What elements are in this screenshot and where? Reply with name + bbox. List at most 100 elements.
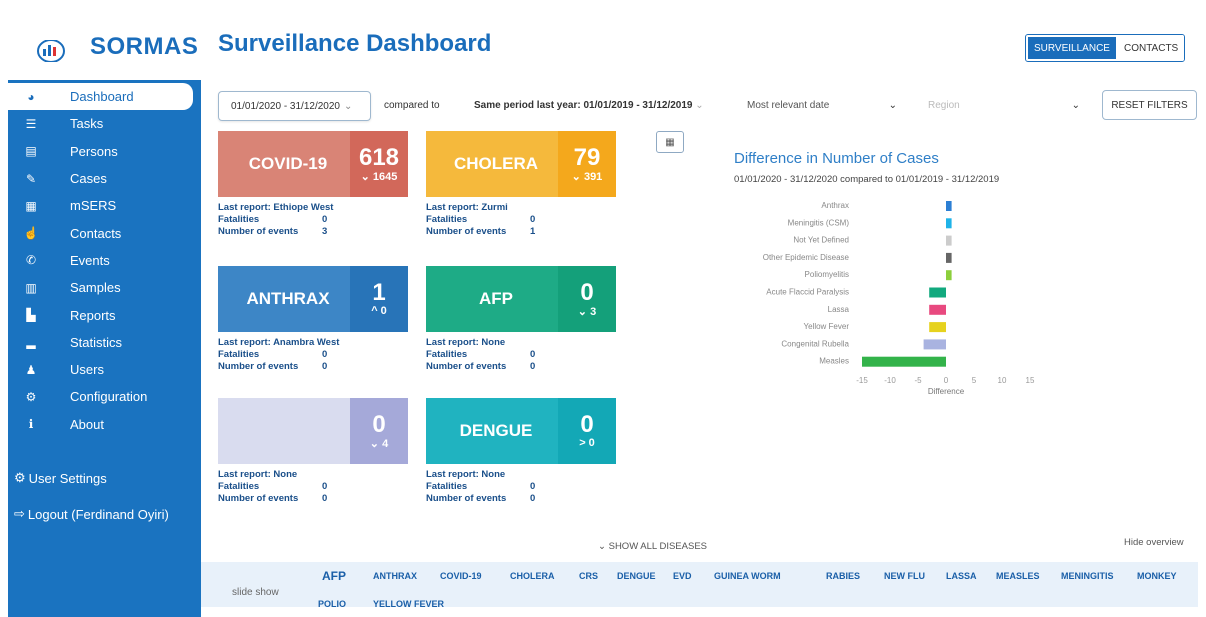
tab-measles[interactable]: MEASLES bbox=[996, 571, 1040, 581]
compared-to-label: compared to bbox=[384, 100, 440, 111]
tab-covid-19[interactable]: COVID-19 bbox=[440, 571, 482, 581]
category-label: Yellow Fever bbox=[803, 322, 849, 331]
bar bbox=[862, 356, 946, 367]
logout-label: Logout (Ferdinand Oyiri) bbox=[27, 506, 169, 522]
case-count: 0 bbox=[580, 278, 594, 306]
case-count: 0 bbox=[580, 411, 594, 438]
tab-yellow-fever[interactable]: YELLOW FEVER bbox=[373, 599, 444, 609]
sidebar-item-label: Statistics bbox=[70, 334, 123, 350]
last-report: Last report: Anambra West bbox=[218, 337, 340, 348]
sidebar-item-label: Users bbox=[70, 362, 104, 378]
disease-name: ANTHRAX bbox=[218, 266, 358, 332]
sidebar-nav: ◕ Dashboard ☰ Tasks ▤ Persons ✎ Cases ▦ mSERS ☝ Con… bbox=[8, 83, 201, 438]
comparison-period-select[interactable]: Same period last year: 01/01/2019 - 31/1… bbox=[474, 100, 704, 111]
events-label: Number of events bbox=[218, 361, 299, 372]
events-label: Number of events bbox=[218, 226, 299, 237]
region-select[interactable]: Region ⌄ bbox=[928, 93, 1080, 117]
disease-card[interactable]: DENGUE 0 > 0 bbox=[426, 398, 616, 464]
comparison-period-value: Same period last year: 01/01/2019 - 31/1… bbox=[474, 100, 693, 111]
events-value: 1 bbox=[530, 226, 536, 237]
card-info: Last report: None Fatalities 0 Number of ev… bbox=[426, 337, 535, 373]
persons-icon: ▤ bbox=[25, 144, 37, 159]
fatalities-value: 0 bbox=[322, 481, 328, 492]
sidebar-item-persons[interactable]: ▤ Persons bbox=[8, 138, 201, 165]
sidebar-item-events[interactable]: ✆ Events bbox=[8, 247, 201, 274]
sidebar-item-dashboard[interactable]: ◕ Dashboard bbox=[8, 83, 193, 111]
sidebar-item-tasks[interactable]: ☰ Tasks bbox=[8, 110, 201, 137]
surveillance-toggle-button[interactable]: SURVEILLANCE bbox=[1026, 35, 1119, 61]
fatalities-label: Fatalities bbox=[426, 214, 468, 225]
case-count-box: 0 ⌄ 4 bbox=[350, 398, 408, 464]
tab-lassa[interactable]: LASSA bbox=[946, 571, 977, 581]
x-tick-label: 0 bbox=[944, 376, 949, 385]
sidebar-item-statistics[interactable]: ▂ Statistics bbox=[8, 329, 201, 356]
msers-icon: ▦ bbox=[25, 198, 37, 213]
tab-cholera[interactable]: CHOLERA bbox=[510, 571, 555, 581]
tab-polio[interactable]: POLIO bbox=[318, 599, 346, 609]
reset-filters-button[interactable]: RESET FILTERS bbox=[1102, 90, 1197, 120]
disease-card[interactable]: ANTHRAX 1 ^ 0 bbox=[218, 266, 408, 332]
logout-link[interactable]: ⇨ Logout (Ferdinand Oyiri) bbox=[14, 506, 169, 522]
case-count-box: 0 > 0 bbox=[558, 398, 616, 464]
sidebar-item-contacts[interactable]: ☝ Contacts bbox=[8, 219, 201, 246]
case-count-box: 79 ⌄ 391 bbox=[558, 131, 616, 197]
bar bbox=[946, 235, 952, 246]
calendar-icon[interactable]: ▦ bbox=[656, 131, 684, 153]
category-label: Meningitis (CSM) bbox=[788, 218, 850, 227]
disease-card[interactable]: AFP 0 ⌄ 3 bbox=[426, 266, 616, 332]
sidebar-item-msers[interactable]: ▦ mSERS bbox=[8, 192, 201, 219]
disease-card[interactable]: CHOLERA 79 ⌄ 391 bbox=[426, 131, 616, 197]
bar bbox=[929, 304, 946, 315]
bar bbox=[946, 218, 952, 229]
events-value: 0 bbox=[322, 493, 328, 504]
tab-guinea-worm[interactable]: GUINEA WORM bbox=[714, 571, 781, 581]
case-delta: ⌄ 4 bbox=[369, 437, 389, 450]
gear-icon: ⚙ bbox=[14, 470, 26, 485]
about-icon: ℹ bbox=[28, 417, 34, 432]
card-info: Last report: Ethiope West Fatalities 0 Numb… bbox=[218, 202, 333, 238]
disease-name: AFP bbox=[426, 266, 566, 332]
tab-rabies[interactable]: RABIES bbox=[826, 571, 860, 581]
events-label: Number of events bbox=[426, 226, 507, 237]
disease-card[interactable]: 0 ⌄ 4 bbox=[218, 398, 408, 464]
sidebar-item-reports[interactable]: ▙ Reports bbox=[8, 301, 201, 328]
case-count: 0 bbox=[372, 410, 386, 438]
tab-dengue[interactable]: DENGUE bbox=[617, 571, 656, 581]
sidebar-item-cases[interactable]: ✎ Cases bbox=[8, 165, 201, 192]
fatalities-label: Fatalities bbox=[426, 349, 468, 360]
chevron-down-icon: ⌄ bbox=[695, 100, 704, 111]
sidebar-item-configuration[interactable]: ⚙ Configuration bbox=[8, 383, 201, 410]
sidebar-item-about[interactable]: ℹ About bbox=[8, 411, 201, 438]
last-report: Last report: Ethiope West bbox=[218, 202, 334, 213]
sidebar-item-samples[interactable]: ▥ Samples bbox=[8, 274, 201, 301]
sidebar-item-label: Reports bbox=[70, 307, 116, 323]
tab-meningitis[interactable]: MENINGITIS bbox=[1061, 571, 1114, 581]
date-range-filter[interactable]: 01/01/2020 - 31/12/2020 ⌄ bbox=[218, 91, 371, 121]
bar bbox=[923, 339, 946, 350]
tab-new-flu[interactable]: NEW FLU bbox=[884, 571, 925, 581]
slide-show-toggle[interactable]: slide show bbox=[232, 587, 279, 598]
tab-afp[interactable]: AFP bbox=[322, 569, 346, 583]
tab-crs[interactable]: CRS bbox=[579, 571, 598, 581]
tab-monkey[interactable]: MONKEY bbox=[1137, 571, 1177, 581]
contacts-toggle-button[interactable]: CONTACTS bbox=[1117, 35, 1185, 61]
sidebar-item-users[interactable]: ♟ Users bbox=[8, 356, 201, 383]
user-settings-link[interactable]: ⚙ User Settings bbox=[14, 470, 107, 486]
show-all-diseases-button[interactable]: ⌄ SHOW ALL DISEASES bbox=[598, 541, 707, 552]
sidebar-item-label: Contacts bbox=[70, 225, 122, 241]
logout-icon: ⇨ bbox=[14, 506, 25, 521]
case-count-box: 1 ^ 0 bbox=[350, 266, 408, 332]
brand[interactable]: SORMAS bbox=[8, 20, 201, 80]
show-all-label: SHOW ALL DISEASES bbox=[608, 541, 707, 552]
bar bbox=[929, 322, 946, 333]
tab-evd[interactable]: EVD bbox=[673, 571, 692, 581]
disease-card[interactable]: COVID-19 618 ⌄ 1645 bbox=[218, 131, 408, 197]
chart-title: Difference in Number of Cases bbox=[734, 150, 939, 167]
users-icon: ♟ bbox=[25, 362, 37, 377]
tab-anthrax[interactable]: ANTHRAX bbox=[373, 571, 417, 581]
difference-bar-chart: Anthrax Meningitis (CSM) Not Yet Defined Ot… bbox=[763, 201, 1035, 396]
date-type-select[interactable]: Most relevant date ⌄ bbox=[747, 93, 897, 117]
events-value: 0 bbox=[530, 361, 536, 372]
chart-subtitle: 01/01/2020 - 31/12/2020 compared to 01/0… bbox=[734, 174, 1000, 185]
hide-overview-link[interactable]: Hide overview bbox=[1124, 537, 1184, 548]
